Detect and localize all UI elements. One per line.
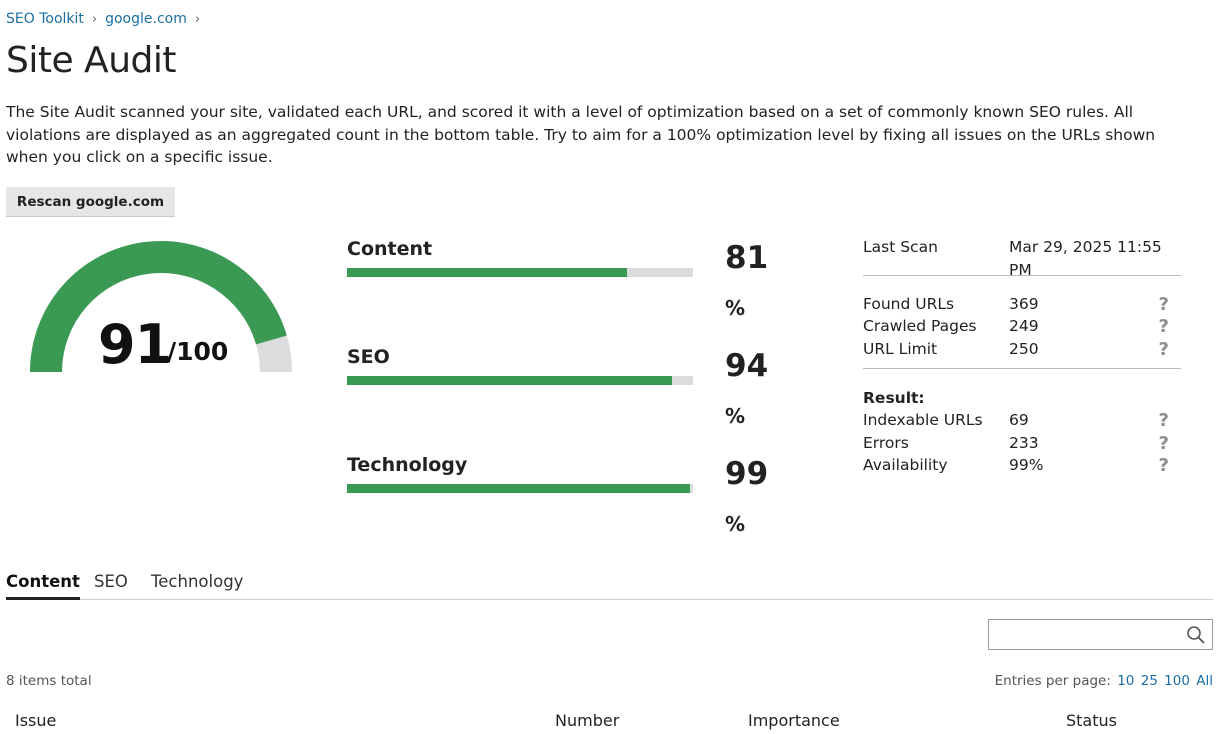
- help-icon[interactable]: ?: [1159, 410, 1169, 433]
- divider: [863, 368, 1181, 369]
- help-icon[interactable]: ?: [1159, 294, 1169, 317]
- stat-row-url-limit: URL Limit 250 ?: [863, 338, 1181, 361]
- scan-stats: Last Scan Mar 29, 2025 11:55 PM Found UR…: [863, 236, 1181, 477]
- stat-value: 249: [1009, 317, 1039, 335]
- category-bar-fill: [347, 484, 690, 493]
- stat-row-indexable-urls: Indexable URLs 69 ?: [863, 409, 1181, 432]
- stat-value: 99%: [1009, 456, 1044, 474]
- category-value: 81: [725, 240, 769, 276]
- tab-content[interactable]: Content: [6, 572, 80, 600]
- tab-technology[interactable]: Technology: [151, 572, 243, 597]
- stat-row-errors: Errors 233 ?: [863, 432, 1181, 455]
- per-page-option-10[interactable]: 10: [1117, 673, 1134, 689]
- stat-value: 369: [1009, 294, 1039, 313]
- rescan-button[interactable]: Rescan google.com: [6, 187, 175, 217]
- help-icon[interactable]: ?: [1159, 316, 1169, 339]
- stat-label: Last Scan: [863, 238, 938, 256]
- column-header-status[interactable]: Status: [1066, 711, 1117, 730]
- per-page-option-100[interactable]: 100: [1164, 673, 1190, 689]
- category-seo: SEO: [347, 346, 693, 385]
- breadcrumb-link-seo-toolkit[interactable]: SEO Toolkit: [6, 11, 84, 27]
- per-page-option-all[interactable]: All: [1196, 673, 1213, 689]
- stat-row-availability: Availability 99% ?: [863, 454, 1181, 477]
- stat-label: Crawled Pages: [863, 317, 977, 335]
- stat-value: 250: [1009, 339, 1039, 358]
- stat-row-crawled-pages: Crawled Pages 249 ?: [863, 315, 1181, 338]
- category-value: 99: [725, 456, 769, 492]
- score-gauge: 91 /100: [30, 240, 292, 380]
- search-box: [988, 619, 1213, 650]
- category-unit: %: [725, 404, 746, 428]
- help-icon[interactable]: ?: [1159, 339, 1169, 362]
- stat-label: URL Limit: [863, 339, 938, 358]
- stat-label: Availability: [863, 456, 948, 474]
- help-icon[interactable]: ?: [1159, 455, 1169, 478]
- stat-value: 233: [1009, 433, 1039, 452]
- category-bar-fill: [347, 376, 673, 385]
- category-bar: [347, 484, 693, 493]
- page-description: The Site Audit scanned your site, valida…: [6, 103, 1156, 166]
- stat-label: Found URLs: [863, 294, 955, 313]
- chevron-right-icon: ›: [91, 11, 98, 27]
- category-tabs: Content SEO Technology: [6, 572, 1213, 600]
- category-value: 94: [725, 348, 769, 384]
- help-icon[interactable]: ?: [1159, 433, 1169, 456]
- score-value: 91: [98, 313, 172, 376]
- stat-value: Mar 29, 2025 11:55 PM: [1009, 238, 1162, 279]
- category-label: Technology: [347, 454, 468, 476]
- breadcrumb: SEO Toolkit › google.com ›: [6, 11, 208, 27]
- category-bar-fill: [347, 268, 628, 277]
- column-header-number[interactable]: Number: [555, 711, 619, 730]
- stat-value: 69: [1009, 411, 1029, 429]
- column-header-importance[interactable]: Importance: [748, 711, 840, 730]
- category-bar: [347, 376, 693, 385]
- stat-row-found-urls: Found URLs 369 ?: [863, 293, 1181, 316]
- category-bar: [347, 268, 693, 277]
- entries-per-page: Entries per page: 10 25 100 All: [995, 673, 1213, 689]
- per-page-label: Entries per page:: [994, 673, 1111, 689]
- stat-label: Indexable URLs: [863, 411, 983, 429]
- category-label: SEO: [347, 346, 390, 368]
- category-technology: Technology: [347, 454, 693, 493]
- per-page-option-25[interactable]: 25: [1141, 673, 1158, 689]
- page-title: Site Audit: [6, 40, 176, 81]
- stat-row-last-scan: Last Scan Mar 29, 2025 11:55 PM: [863, 236, 1181, 279]
- items-total: 8 items total: [6, 673, 92, 689]
- chevron-right-icon: ›: [194, 11, 201, 27]
- score-max: /100: [167, 337, 229, 366]
- stat-label: Errors: [863, 433, 909, 452]
- category-unit: %: [725, 296, 746, 320]
- breadcrumb-link-site[interactable]: google.com: [105, 11, 187, 27]
- search-input[interactable]: [989, 620, 1179, 649]
- column-header-issue[interactable]: Issue: [15, 711, 56, 730]
- category-content: Content: [347, 238, 693, 277]
- category-label: Content: [347, 238, 433, 260]
- category-unit: %: [725, 512, 746, 536]
- tab-seo[interactable]: SEO: [94, 572, 128, 597]
- search-icon[interactable]: [1186, 625, 1206, 649]
- result-heading: Result:: [863, 389, 925, 407]
